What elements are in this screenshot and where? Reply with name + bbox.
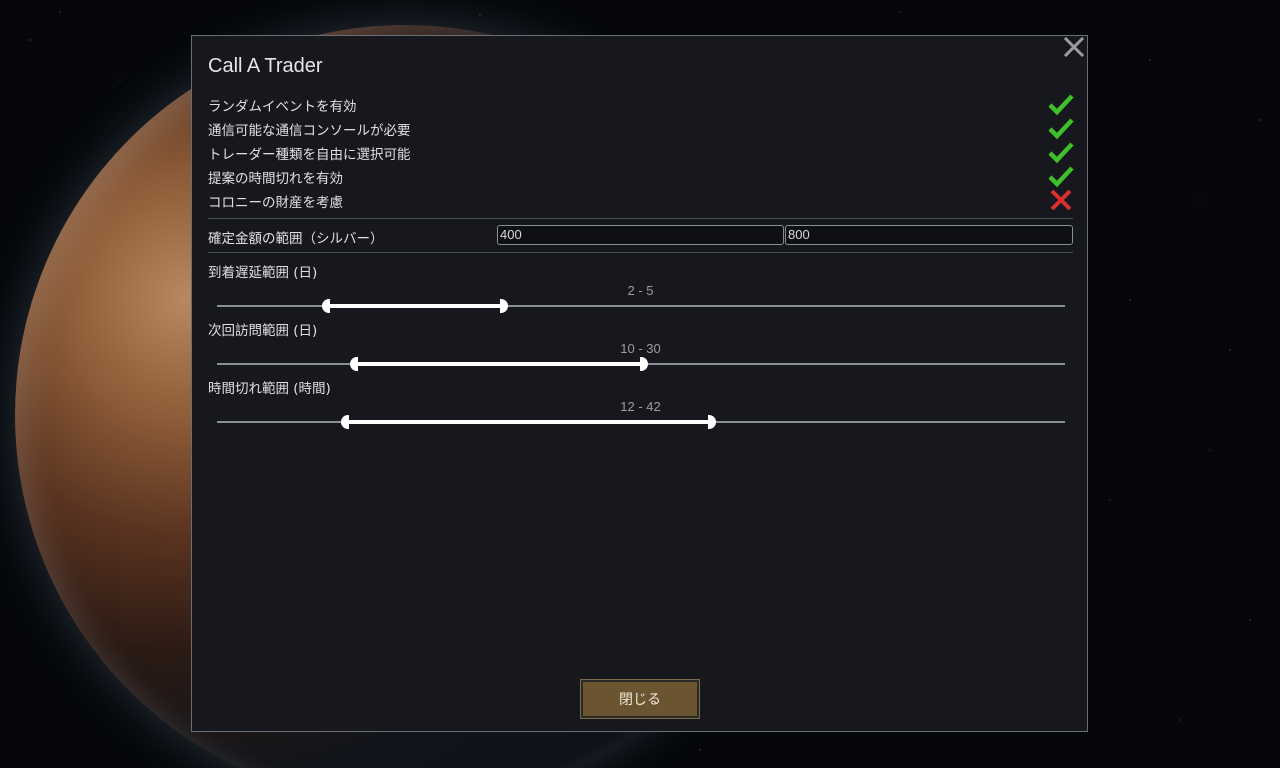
slider-fill: [353, 362, 645, 366]
divider: [208, 218, 1073, 219]
timeout-range-value: 12 - 42: [620, 399, 661, 414]
slider-max-handle[interactable]: [499, 299, 508, 313]
fixed-amount-label: 確定金額の範囲（シルバー）: [208, 231, 384, 247]
slider-min-handle[interactable]: [349, 357, 358, 371]
mod-settings-dialog: Call A Trader ランダムイベントを有効 通信可能な通信コンソールが必…: [191, 35, 1088, 732]
option-offer-timeout[interactable]: 提案の時間切れを有効: [208, 164, 1074, 188]
divider: [208, 252, 1073, 253]
option-label: 提案の時間切れを有効: [208, 171, 343, 187]
close-dialog-button[interactable]: 閉じる: [580, 679, 700, 719]
arrival-delay-label: 到着遅延範囲 (日): [208, 265, 318, 281]
checkmark-icon[interactable]: [1048, 116, 1074, 140]
option-label: コロニーの財産を考慮: [208, 195, 343, 211]
fixed-amount-max-input[interactable]: 800: [785, 225, 1073, 245]
next-visit-label: 次回訪問範囲 (日): [208, 323, 318, 339]
option-colony-wealth[interactable]: コロニーの財産を考慮: [208, 188, 1074, 212]
next-visit-value: 10 - 30: [620, 341, 661, 356]
option-random-events[interactable]: ランダムイベントを有効: [208, 92, 1074, 116]
checkmark-icon[interactable]: [1048, 140, 1074, 164]
checkmark-icon[interactable]: [1048, 164, 1074, 188]
close-icon[interactable]: [1063, 36, 1085, 58]
checkmark-icon[interactable]: [1048, 92, 1074, 116]
slider-min-handle[interactable]: [321, 299, 330, 313]
game-scene: Call A Trader ランダムイベントを有効 通信可能な通信コンソールが必…: [0, 0, 1280, 768]
timeout-range-slider[interactable]: [217, 415, 1065, 429]
arrival-delay-slider[interactable]: [217, 299, 1065, 313]
fixed-amount-min-input[interactable]: 400: [497, 225, 784, 245]
slider-fill: [345, 420, 713, 424]
option-label: 通信可能な通信コンソールが必要: [208, 123, 411, 139]
next-visit-slider[interactable]: [217, 357, 1065, 371]
slider-fill: [325, 304, 504, 308]
timeout-range-label: 時間切れ範囲 (時間): [208, 381, 331, 397]
slider-max-handle[interactable]: [640, 357, 649, 371]
option-free-trader-select[interactable]: トレーダー種類を自由に選択可能: [208, 140, 1074, 164]
slider-min-handle[interactable]: [341, 415, 350, 429]
dialog-title: Call A Trader: [208, 55, 323, 77]
option-label: ランダムイベントを有効: [208, 99, 357, 115]
arrival-delay-value: 2 - 5: [627, 283, 654, 298]
slider-max-handle[interactable]: [708, 415, 717, 429]
option-label: トレーダー種類を自由に選択可能: [208, 147, 411, 163]
option-require-comms-console[interactable]: 通信可能な通信コンソールが必要: [208, 116, 1074, 140]
cross-icon[interactable]: [1048, 188, 1074, 212]
